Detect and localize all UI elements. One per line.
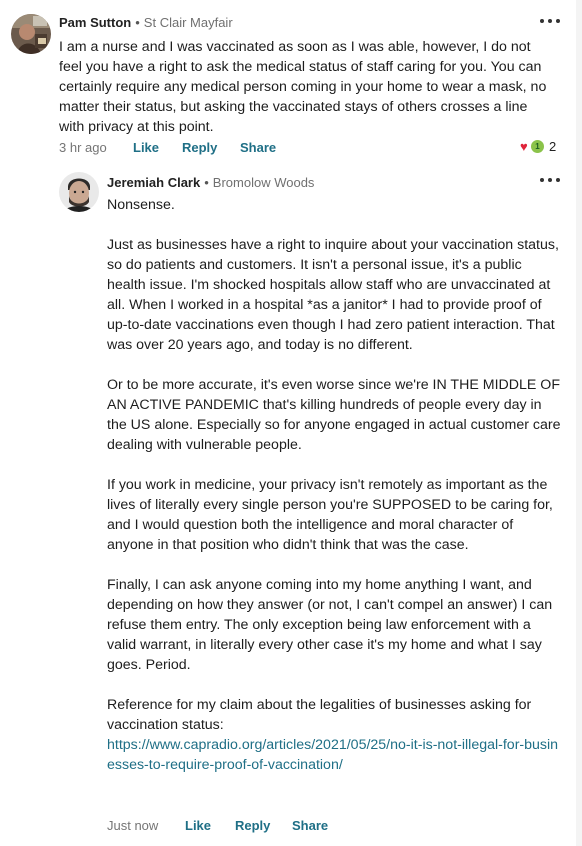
like-button[interactable]: Like	[133, 140, 182, 156]
comment-header: Pam Sutton • St Clair Mayfair	[59, 15, 233, 31]
reply-body: Nonsense. Just as businesses have a righ…	[107, 195, 562, 775]
reaction-count: 2	[549, 139, 557, 154]
reply-button[interactable]: Reply	[235, 818, 292, 834]
comment-pam-sutton: Pam Sutton • St Clair Mayfair I am a nurse…	[0, 0, 582, 170]
share-button[interactable]: Share	[292, 818, 328, 834]
separator-dot: •	[135, 15, 140, 30]
reply-paragraph: Reference for my claim about the legalit…	[107, 695, 562, 775]
separator-dot: •	[204, 175, 209, 190]
neighborhood-label[interactable]: Bromolow Woods	[213, 175, 315, 190]
comment-text: I am a nurse and I was vaccinated as soo…	[59, 39, 547, 135]
comment-body: I am a nurse and I was vaccinated as soo…	[59, 37, 549, 137]
author-name[interactable]: Jeremiah Clark	[107, 175, 200, 190]
reply-paragraph: Finally, I can ask anyone coming into my…	[107, 577, 553, 673]
reaction-summary[interactable]: ♥ 1 2	[520, 139, 556, 154]
timestamp: 3 hr ago	[59, 140, 107, 155]
reply-jeremiah-clark: Jeremiah Clark • Bromolow Woods Nonsense. …	[0, 170, 582, 846]
reference-text: Reference for my claim about the legalit…	[107, 697, 532, 733]
author-name[interactable]: Pam Sutton	[59, 15, 131, 30]
avatar[interactable]	[59, 172, 99, 212]
avatar-image	[59, 172, 99, 212]
reply-paragraph: Just as businesses have a right to inqui…	[107, 237, 559, 353]
neighbor-badge-icon: 1	[530, 139, 545, 154]
article-link[interactable]: https://www.capradio.org/articles/2021/0…	[107, 737, 558, 773]
neighborhood-label[interactable]: St Clair Mayfair	[144, 15, 233, 30]
timestamp: Just now	[107, 818, 159, 833]
reply-header: Jeremiah Clark • Bromolow Woods	[107, 175, 314, 191]
more-options-icon[interactable]	[540, 14, 560, 28]
reply-button[interactable]: Reply	[182, 140, 240, 156]
avatar-image	[11, 14, 51, 54]
reply-paragraph: Nonsense.	[107, 197, 175, 213]
comment-thread: Pam Sutton • St Clair Mayfair I am a nurse…	[0, 0, 582, 846]
reply-actions: Just now Like Reply Share	[107, 818, 328, 834]
like-button[interactable]: Like	[185, 818, 235, 834]
reply-paragraph: If you work in medicine, your privacy is…	[107, 477, 553, 553]
more-options-icon[interactable]	[540, 173, 560, 187]
avatar[interactable]	[11, 14, 51, 54]
reply-paragraph: Or to be more accurate, it's even worse …	[107, 377, 561, 453]
comment-actions: 3 hr ago Like Reply Share	[59, 140, 276, 156]
share-button[interactable]: Share	[240, 140, 276, 156]
